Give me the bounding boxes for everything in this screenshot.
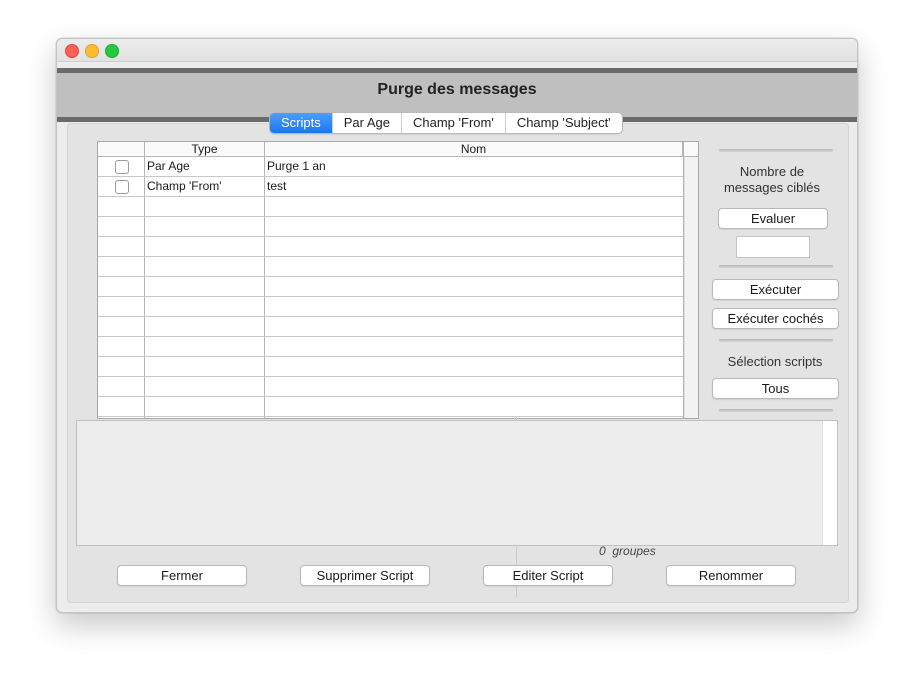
row-name: Purge 1 an: [267, 159, 326, 173]
separator: [719, 265, 833, 268]
row-checkbox[interactable]: [115, 180, 129, 194]
delete-script-button[interactable]: Supprimer Script: [300, 565, 430, 586]
groups-count: 0 groupes: [599, 544, 656, 558]
log-scrollbar[interactable]: [822, 421, 837, 545]
column-header-name[interactable]: Nom: [265, 142, 683, 156]
table-row[interactable]: [98, 337, 683, 357]
purge-window: Purge des messages Scripts Par Age Champ…: [56, 38, 858, 613]
table-row[interactable]: [98, 297, 683, 317]
table-row[interactable]: [98, 317, 683, 337]
separator: [719, 409, 833, 412]
targeted-label-line1: Nombre de: [739, 164, 805, 179]
row-type: Champ 'From': [147, 179, 222, 193]
table-row[interactable]: [98, 377, 683, 397]
groups-count-label: groupes: [612, 544, 656, 558]
close-button[interactable]: Fermer: [117, 565, 247, 586]
separator: [719, 149, 833, 152]
row-checkbox[interactable]: [115, 160, 129, 174]
tab-scripts[interactable]: Scripts: [270, 113, 332, 133]
table-row[interactable]: Par Age Purge 1 an: [98, 157, 683, 177]
table-row[interactable]: [98, 197, 683, 217]
table-scrollbar[interactable]: [684, 157, 698, 418]
column-header-type[interactable]: Type: [145, 142, 265, 156]
title-bar: [57, 39, 857, 62]
zoom-window-icon[interactable]: [105, 44, 119, 58]
log-area[interactable]: [76, 420, 838, 546]
column-header-check[interactable]: [98, 142, 145, 156]
script-selection-label: Sélection scripts: [727, 354, 823, 369]
targeted-messages-label: Nombre de messages ciblés: [707, 164, 837, 196]
tab-champ-from[interactable]: Champ 'From': [401, 113, 505, 133]
tab-champ-subject[interactable]: Champ 'Subject': [504, 113, 622, 133]
evaluate-button[interactable]: Evaluer: [718, 208, 828, 229]
row-type: Par Age: [147, 159, 190, 173]
edit-script-button[interactable]: Editer Script: [483, 565, 613, 586]
row-name: test: [267, 179, 287, 193]
execute-checked-button[interactable]: Exécuter cochés: [712, 308, 839, 329]
table-row[interactable]: [98, 277, 683, 297]
tab-bar: Scripts Par Age Champ 'From' Champ 'Subj…: [269, 112, 623, 134]
table-header: Type Nom: [98, 142, 698, 157]
select-all-button[interactable]: Tous: [712, 378, 839, 399]
table-row[interactable]: [98, 217, 683, 237]
table-row[interactable]: [98, 257, 683, 277]
table-row[interactable]: [98, 397, 683, 417]
targeted-label-line2: messages ciblés: [723, 180, 821, 195]
table-body: Par Age Purge 1 an Champ 'From' test: [98, 157, 683, 417]
tab-par-age[interactable]: Par Age: [331, 113, 401, 133]
minimize-window-icon[interactable]: [85, 44, 99, 58]
page-title: Purge des messages: [377, 81, 537, 98]
close-window-icon[interactable]: [65, 44, 79, 58]
table-row[interactable]: [98, 357, 683, 377]
table-row[interactable]: Champ 'From' test: [98, 177, 683, 197]
rename-button[interactable]: Renommer: [666, 565, 796, 586]
table-row[interactable]: [98, 237, 683, 257]
separator: [719, 339, 833, 342]
groups-count-value: 0: [599, 544, 606, 558]
targeted-count-field[interactable]: [736, 236, 810, 258]
scripts-table: Type Nom Par Age Purge 1 an Champ 'From' te…: [97, 141, 699, 419]
execute-button[interactable]: Exécuter: [712, 279, 839, 300]
